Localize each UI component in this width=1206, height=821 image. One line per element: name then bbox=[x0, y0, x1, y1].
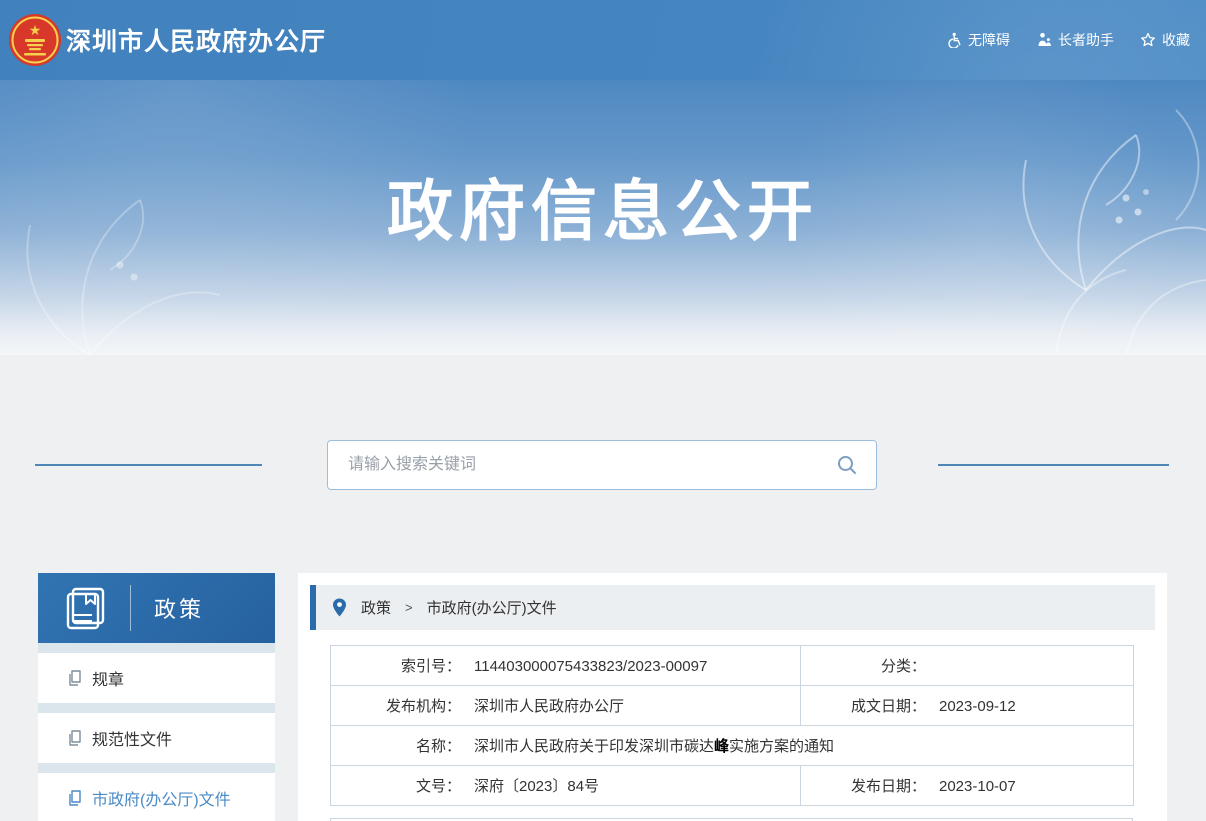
sidebar-item-label: 规范性文件 bbox=[92, 726, 172, 750]
publish-date-cell: 发布日期： 2023-10-07 bbox=[801, 766, 1134, 806]
breadcrumb-separator: > bbox=[405, 600, 413, 615]
issuing-agency-value: 深圳市人民政府办公厅 bbox=[474, 698, 624, 715]
category-cell: 分类： bbox=[801, 646, 1134, 686]
accessibility-link[interactable]: 无障碍 bbox=[946, 30, 1010, 50]
national-emblem-icon: ★ bbox=[8, 13, 62, 67]
accessibility-label: 无障碍 bbox=[968, 30, 1010, 50]
header-utility-links: 无障碍 长者助手 收藏 bbox=[946, 0, 1190, 80]
document-name-label: 名称： bbox=[331, 735, 461, 756]
document-number-cell: 文号： 深府〔2023〕84号 bbox=[331, 766, 801, 806]
index-number-cell: 索引号： 114403000075433823/2023-00097 bbox=[331, 646, 801, 686]
favorite-label: 收藏 bbox=[1162, 30, 1190, 50]
page-title: 政府信息公开 bbox=[0, 158, 1206, 254]
table-row: 索引号： 114403000075433823/2023-00097 分类： bbox=[331, 646, 1134, 686]
sidebar-header: 政策 bbox=[38, 573, 275, 643]
publish-date-value: 2023-10-07 bbox=[939, 778, 1016, 795]
publish-date-label: 发布日期： bbox=[801, 775, 926, 796]
search-icon bbox=[835, 453, 859, 477]
breadcrumb-accent-bar bbox=[310, 585, 316, 630]
sidebar-item-municipal-documents[interactable]: 市政府(办公厅)文件 bbox=[38, 773, 275, 821]
elder-assistant-link[interactable]: 长者助手 bbox=[1036, 30, 1114, 50]
written-date-cell: 成文日期： 2023-09-12 bbox=[801, 686, 1134, 726]
index-number-label: 索引号： bbox=[331, 655, 461, 676]
document-icon bbox=[68, 790, 83, 806]
breadcrumb-item-policy[interactable]: 政策 bbox=[361, 597, 391, 618]
table-row: 名称： 深圳市人民政府关于印发深圳市碳达峰实施方案的通知 bbox=[331, 726, 1134, 766]
table-row: 文号： 深府〔2023〕84号 发布日期： 2023-10-07 bbox=[331, 766, 1134, 806]
site-title: 深圳市人民政府办公厅 bbox=[66, 22, 326, 58]
document-name-cell: 名称： 深圳市人民政府关于印发深圳市碳达峰实施方案的通知 bbox=[331, 726, 1134, 766]
sidebar-item-regulations[interactable]: 规章 bbox=[38, 653, 275, 703]
written-date-value: 2023-09-12 bbox=[939, 698, 1016, 715]
search-input[interactable] bbox=[328, 441, 818, 489]
document-name-post: 实施方案的通知 bbox=[729, 738, 834, 755]
breadcrumb-item-municipal-documents[interactable]: 市政府(办公厅)文件 bbox=[427, 597, 557, 618]
document-icon bbox=[68, 670, 83, 686]
document-metadata-table: 索引号： 114403000075433823/2023-00097 分类： 发布… bbox=[330, 645, 1134, 806]
sidebar-header-divider bbox=[130, 585, 131, 631]
table-row: 发布机构： 深圳市人民政府办公厅 成文日期： 2023-09-12 bbox=[331, 686, 1134, 726]
document-number-value: 深府〔2023〕84号 bbox=[474, 778, 599, 795]
elder-icon bbox=[1036, 32, 1052, 48]
main-section: 政策 规章 规范性文件 bbox=[0, 355, 1206, 821]
book-icon bbox=[62, 585, 110, 631]
svg-text:★: ★ bbox=[29, 22, 42, 38]
sidebar-item-label: 规章 bbox=[92, 666, 124, 690]
search-button[interactable] bbox=[818, 441, 876, 489]
content-panel: 政策 > 市政府(办公厅)文件 索引号： 114403000075433823/2… bbox=[298, 573, 1167, 821]
index-number-value: 114403000075433823/2023-00097 bbox=[474, 658, 707, 675]
issuing-agency-cell: 发布机构： 深圳市人民政府办公厅 bbox=[331, 686, 801, 726]
top-header-bar: ★ 深圳市人民政府办公厅 无障碍 长者助手 bbox=[0, 0, 1206, 80]
document-name-value: 深圳市人民政府关于印发深圳市碳达峰实施方案的通知 bbox=[474, 738, 834, 755]
favorite-link[interactable]: 收藏 bbox=[1140, 30, 1190, 50]
breadcrumb: 政策 > 市政府(办公厅)文件 bbox=[310, 585, 1155, 630]
sidebar-item-normative-documents[interactable]: 规范性文件 bbox=[38, 713, 275, 763]
document-name-highlight: 峰 bbox=[714, 738, 729, 755]
search-bar bbox=[327, 440, 877, 490]
star-icon bbox=[1140, 32, 1156, 48]
document-number-label: 文号： bbox=[331, 775, 461, 796]
document-icon bbox=[68, 730, 83, 746]
location-pin-icon bbox=[332, 598, 347, 617]
sidebar-header-label: 政策 bbox=[154, 592, 204, 624]
document-name-pre: 深圳市人民政府关于印发深圳市碳达 bbox=[474, 738, 714, 755]
issuing-agency-label: 发布机构： bbox=[331, 695, 461, 716]
written-date-label: 成文日期： bbox=[801, 695, 926, 716]
decorative-divider-line bbox=[938, 464, 1169, 466]
wheelchair-icon bbox=[946, 32, 962, 48]
decorative-divider-line bbox=[35, 464, 262, 466]
elder-assistant-label: 长者助手 bbox=[1058, 30, 1114, 50]
policy-sidebar: 政策 规章 规范性文件 bbox=[38, 573, 275, 821]
page-banner: 政府信息公开 bbox=[0, 80, 1206, 355]
category-label: 分类： bbox=[801, 655, 926, 676]
sidebar-item-label: 市政府(办公厅)文件 bbox=[92, 786, 231, 810]
